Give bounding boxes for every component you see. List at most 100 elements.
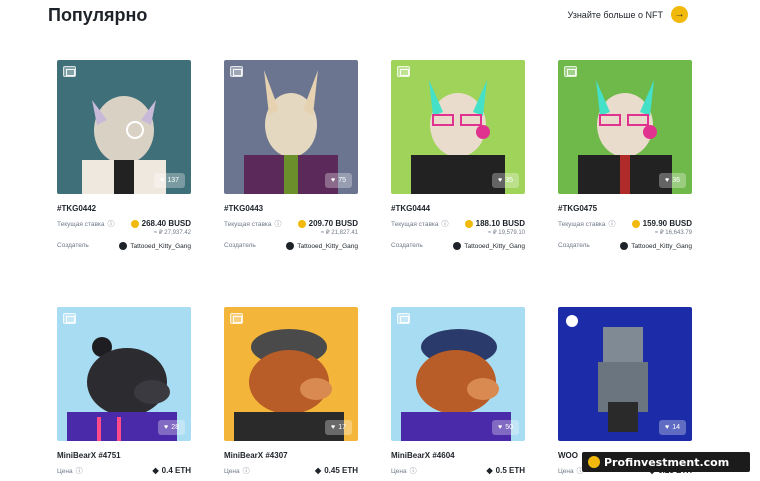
learn-more-link[interactable]: Узнайте больше о NFT → (567, 6, 688, 23)
nft-card[interactable]: ♥ 36 #TKG0475 Текущая ставка ⓘ 159.90 BUSD… (558, 60, 692, 250)
nft-card[interactable]: ♥ 137 #TKG0442 Текущая ставка ⓘ 268.40 BUS… (57, 60, 191, 250)
heart-icon: ♥ (665, 424, 670, 431)
price-converted: ≈ ₽ 19,579.10 (487, 230, 525, 236)
nft-name: MiniBearX #4604 (391, 451, 455, 460)
info-icon: ⓘ (107, 221, 115, 228)
heart-icon: ♥ (498, 424, 503, 431)
busd-coin-icon (464, 219, 473, 228)
like-button[interactable]: ♥ 50 (492, 420, 519, 435)
nft-card[interactable]: ♥ 35 #TKG0444 Текущая ставка ⓘ 188.10 BUSD… (391, 60, 525, 250)
nft-image[interactable]: ♥ 14 (558, 307, 692, 441)
like-button[interactable]: ♥ 14 (659, 420, 686, 435)
nft-card[interactable]: ♥ 28 MiniBearX #4751 Цена ⓘ ◆ 0.4 ETH (57, 307, 191, 476)
creator-label: Создатель (558, 242, 590, 249)
price-value: ◆ 0.5 ETH (487, 466, 526, 475)
bid-label: Текущая ставка ⓘ (224, 219, 282, 229)
price-converted: ≈ ₽ 21,827.41 (320, 230, 358, 236)
image-type-icon (564, 66, 577, 77)
nft-card[interactable]: ♥14 WOO Ценаⓘ ◆0.25 ETH (558, 307, 692, 476)
info-icon: ⓘ (441, 221, 449, 228)
nft-card[interactable]: ♥ 50 MiniBearX #4604 Цена ⓘ ◆ 0.5 ETH (391, 307, 525, 476)
creator-name: Tattooed_Kitty_Gang (130, 242, 191, 250)
arrow-right-icon[interactable]: → (671, 6, 688, 23)
like-button[interactable]: ♥ 36 (659, 173, 686, 188)
nft-image[interactable]: ♥ 28 (57, 307, 191, 441)
heart-icon: ♥ (331, 177, 336, 184)
price-label: Цена ⓘ (57, 466, 83, 476)
creator-name: Tattooed_Kitty_Gang (464, 242, 525, 250)
like-button[interactable]: ♥ 17 (325, 420, 352, 435)
watermark-text: Profinvestment.com (604, 455, 730, 469)
image-type-icon (397, 66, 410, 77)
bid-label-text: Текущая ставка (558, 220, 606, 228)
creator-link[interactable]: Tattooed_Kitty_Gang (119, 242, 191, 250)
avatar (119, 242, 128, 250)
heart-icon: ♥ (331, 424, 336, 431)
nft-image[interactable]: ♥ 36 (558, 60, 692, 194)
bid-label: Текущая ставка ⓘ (57, 219, 115, 229)
creator-link[interactable]: Tattooed_Kitty_Gang (620, 242, 692, 250)
busd-coin-icon (130, 219, 139, 228)
price-value: 159.90 BUSD (631, 219, 692, 228)
like-count: 28 (171, 424, 179, 431)
bid-label-text: Текущая ставка (224, 220, 272, 228)
nft-card[interactable]: ♥ 75 #TKG0443 Текущая ставка ⓘ 209.70 BUSD… (224, 60, 358, 250)
nft-image[interactable]: ♥ 17 (224, 307, 358, 441)
like-button[interactable]: ♥ 75 (325, 173, 352, 188)
learn-more-label: Узнайте больше о NFT (567, 9, 664, 20)
like-button[interactable]: ♥ 28 (158, 420, 185, 435)
watermark-logo-icon (588, 456, 600, 468)
nft-card[interactable]: ♥ 17 MiniBearX #4307 Цена ⓘ ◆ 0.45 ETH (224, 307, 358, 476)
image-type-icon (63, 66, 76, 77)
creator-label: Создатель (224, 242, 256, 249)
price-label-text: Цена (224, 467, 240, 475)
price-text: 0.4 ETH (161, 466, 191, 475)
price-text: 159.90 BUSD (642, 219, 692, 228)
price-value: ◆ 0.45 ETH (315, 466, 358, 475)
nft-image[interactable]: ♥ 35 (391, 60, 525, 194)
price-label: Цена ⓘ (391, 466, 417, 476)
heart-icon: ♥ (665, 177, 670, 184)
heart-icon: ♥ (164, 424, 169, 431)
image-type-icon (230, 66, 243, 77)
like-count: 35 (505, 177, 513, 184)
price-converted: ≈ ₽ 27,937.42 (153, 230, 191, 236)
price-value: 188.10 BUSD (464, 219, 525, 228)
price-label-text: Цена (57, 467, 73, 475)
price-text: 0.45 ETH (324, 466, 358, 475)
busd-coin-icon (297, 219, 306, 228)
creator-link[interactable]: Tattooed_Kitty_Gang (286, 242, 358, 250)
image-type-icon (397, 313, 410, 324)
heart-icon: ♥ (498, 177, 503, 184)
like-button[interactable]: ♥ 137 (154, 173, 185, 188)
heart-icon: ♥ (160, 177, 165, 184)
price-text: 268.40 BUSD (141, 219, 191, 228)
like-count: 75 (338, 177, 346, 184)
nft-image[interactable]: ♥ 50 (391, 307, 525, 441)
eth-icon: ◆ (315, 466, 322, 475)
price-label: Цена ⓘ (224, 466, 250, 476)
nft-image[interactable]: ♥ 137 (57, 60, 191, 194)
nft-name: MiniBearX #4307 (224, 451, 288, 460)
price-text: 188.10 BUSD (475, 219, 525, 228)
watermark: Profinvestment.com (582, 452, 750, 472)
nft-name: #TKG0475 (558, 204, 598, 213)
avatar (453, 242, 462, 250)
info-icon: ⓘ (409, 468, 417, 475)
eth-icon: ◆ (486, 466, 493, 475)
nft-image[interactable]: ♥ 75 (224, 60, 358, 194)
avatar (286, 242, 295, 250)
info-icon: ⓘ (608, 221, 616, 228)
eth-icon: ◆ (152, 466, 159, 475)
nft-name: #TKG0444 (391, 204, 431, 213)
price-text: 209.70 BUSD (308, 219, 358, 228)
page-title: Популярно (48, 5, 148, 25)
bid-label: Текущая ставка ⓘ (558, 219, 616, 229)
avatar (620, 242, 629, 250)
like-button[interactable]: ♥ 35 (492, 173, 519, 188)
like-count: 50 (505, 424, 513, 431)
creator-label: Создатель (57, 242, 89, 249)
nft-name: MiniBearX #4751 (57, 451, 121, 460)
creator-link[interactable]: Tattooed_Kitty_Gang (453, 242, 525, 250)
like-count: 137 (167, 177, 179, 184)
